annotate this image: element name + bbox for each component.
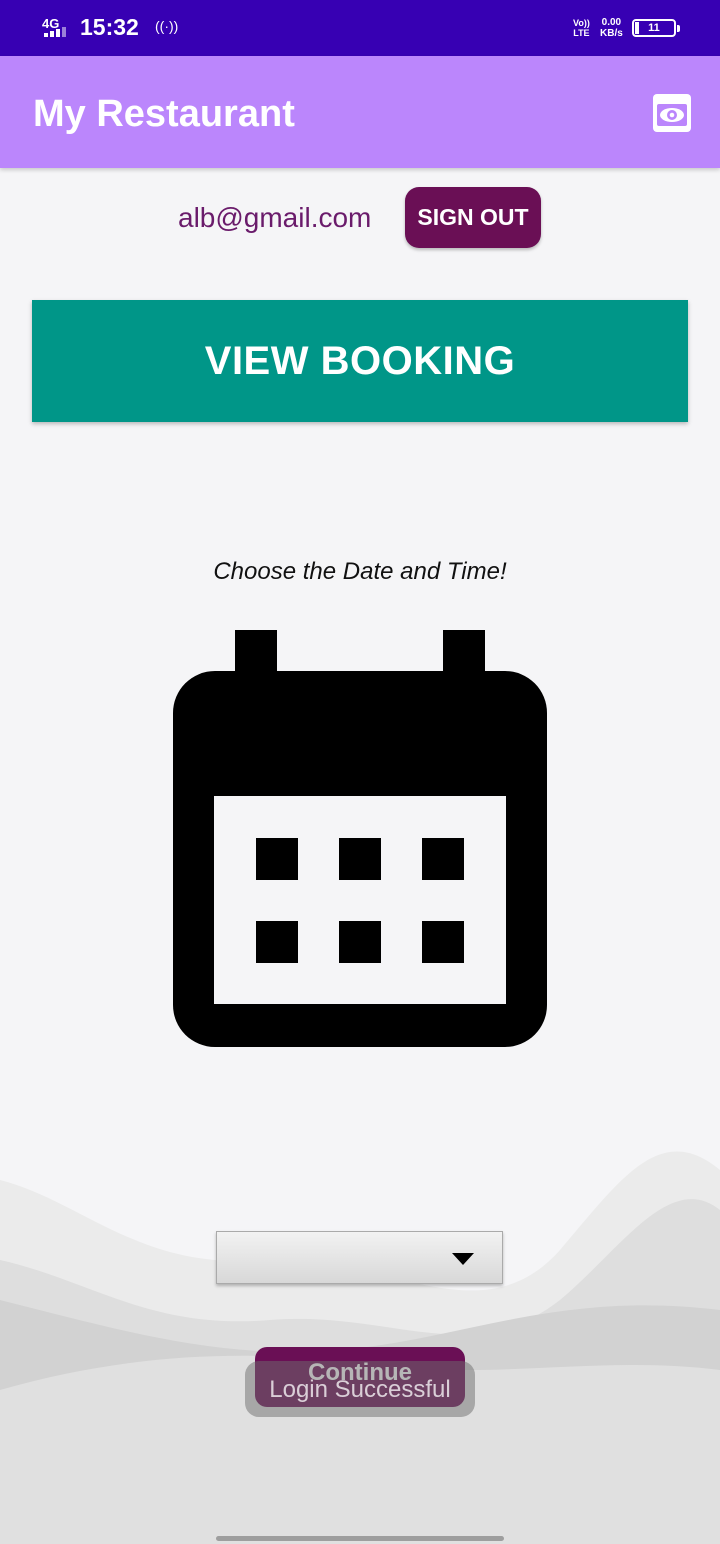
volte-bottom-text: LTE	[573, 28, 590, 38]
app-title: My Restaurant	[33, 93, 295, 135]
clock: 15:32	[80, 14, 139, 40]
hotspot-icon: ((·))	[155, 18, 179, 34]
toast-message: Login Successful	[245, 1361, 475, 1417]
speed-unit: KB/s	[600, 28, 623, 39]
date-time-prompt: Choose the Date and Time!	[213, 558, 507, 585]
volte-top-text: Vo))	[573, 18, 590, 28]
eye-icon	[657, 104, 687, 126]
home-indicator[interactable]	[216, 1536, 504, 1541]
network-speed: 0.00 KB/s	[600, 17, 623, 39]
chevron-down-icon	[452, 1253, 474, 1265]
signal-icon	[44, 27, 66, 37]
user-email: alb@gmail.com	[178, 202, 372, 233]
app-bar: My Restaurant	[0, 56, 720, 168]
volte-indicator: Vo)) LTE	[573, 18, 590, 38]
speed-value: 0.00	[601, 17, 622, 28]
battery-icon: 11	[632, 19, 680, 37]
status-bar: 4G 15:32 ((·)) Vo)) LTE 0.00 KB/s 11	[0, 0, 720, 56]
sign-out-button[interactable]: SIGN OUT	[405, 187, 541, 248]
time-dropdown[interactable]	[216, 1231, 503, 1284]
battery-level: 11	[648, 22, 660, 34]
calendar-icon[interactable]	[173, 630, 547, 1047]
view-toggle-button[interactable]	[653, 94, 691, 132]
background-waves	[0, 1151, 720, 1544]
view-booking-button[interactable]: VIEW BOOKING	[32, 300, 688, 422]
